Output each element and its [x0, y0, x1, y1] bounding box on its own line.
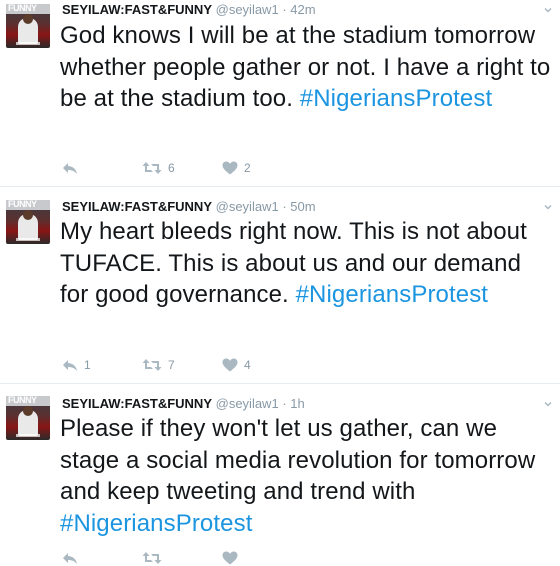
- avatar-label: FUNNY: [8, 200, 37, 209]
- reply-icon: [63, 163, 77, 174]
- reply-icon: [63, 553, 77, 564]
- retweet-button[interactable]: 6: [142, 160, 175, 176]
- retweet-icon: [142, 552, 162, 564]
- separator: ·: [282, 396, 287, 411]
- tweet[interactable]: FUNNY SEYILAW:FAST&FUNNY @seyilaw1 · 50m…: [0, 187, 560, 384]
- tweet-text: My heart bleeds right now. This is not a…: [60, 216, 554, 311]
- tweet[interactable]: FUNNY SEYILAW:FAST&FUNNY @seyilaw1 · 1h …: [0, 384, 560, 565]
- tweet-body: Please if they won't let us gather, can …: [60, 415, 536, 505]
- avatar[interactable]: FUNNY: [6, 200, 50, 244]
- timeline: FUNNY SEYILAW:FAST&FUNNY @seyilaw1 · 42m…: [0, 0, 560, 565]
- retweet-icon: [142, 359, 162, 371]
- retweet-button[interactable]: [142, 550, 168, 566]
- reply-count: 1: [84, 358, 91, 372]
- author-handle[interactable]: @seyilaw1: [216, 199, 279, 214]
- timestamp[interactable]: 50m: [290, 199, 315, 214]
- timestamp[interactable]: 1h: [290, 396, 304, 411]
- author-name[interactable]: SEYILAW:FAST&FUNNY: [62, 199, 212, 214]
- heart-icon: [222, 358, 238, 372]
- chevron-down-icon[interactable]: [544, 400, 552, 408]
- reply-icon: [63, 360, 77, 371]
- author-name[interactable]: SEYILAW:FAST&FUNNY: [62, 2, 212, 17]
- like-button[interactable]: [222, 550, 244, 566]
- retweet-icon: [142, 162, 162, 174]
- author-handle[interactable]: @seyilaw1: [216, 396, 279, 411]
- avatar-label: FUNNY: [8, 396, 37, 405]
- separator: ·: [282, 199, 287, 214]
- like-count: 4: [244, 358, 251, 372]
- retweet-count: 7: [168, 358, 175, 372]
- heart-icon: [222, 161, 238, 175]
- hashtag-link[interactable]: #NigeriansProtest: [60, 510, 252, 537]
- like-count: 2: [244, 161, 251, 175]
- author-handle[interactable]: @seyilaw1: [216, 2, 279, 17]
- tweet-text: Please if they won't let us gather, can …: [60, 413, 554, 539]
- heart-icon: [222, 551, 238, 565]
- retweet-count: 6: [168, 161, 175, 175]
- avatar-label: FUNNY: [8, 4, 37, 13]
- like-button[interactable]: 2: [222, 160, 251, 176]
- timestamp[interactable]: 42m: [290, 2, 315, 17]
- chevron-down-icon[interactable]: [544, 203, 552, 211]
- like-button[interactable]: 4: [222, 357, 251, 373]
- reply-button[interactable]: [62, 550, 84, 566]
- reply-button[interactable]: 1: [62, 357, 91, 373]
- tweet-header: SEYILAW:FAST&FUNNY @seyilaw1 · 1h: [62, 396, 305, 411]
- reply-button[interactable]: [62, 160, 84, 176]
- tweet[interactable]: FUNNY SEYILAW:FAST&FUNNY @seyilaw1 · 42m…: [0, 0, 560, 187]
- tweet-header: SEYILAW:FAST&FUNNY @seyilaw1 · 50m: [62, 199, 316, 214]
- hashtag-link[interactable]: #NigeriansProtest: [300, 85, 492, 112]
- retweet-button[interactable]: 7: [142, 357, 175, 373]
- author-name[interactable]: SEYILAW:FAST&FUNNY: [62, 396, 212, 411]
- tweet-header: SEYILAW:FAST&FUNNY @seyilaw1 · 42m: [62, 2, 316, 17]
- avatar[interactable]: FUNNY: [6, 396, 50, 440]
- avatar[interactable]: FUNNY: [6, 4, 50, 48]
- separator: ·: [282, 2, 287, 17]
- tweet-text: God knows I will be at the stadium tomor…: [60, 20, 554, 115]
- chevron-down-icon[interactable]: [544, 6, 552, 14]
- hashtag-link[interactable]: #NigeriansProtest: [296, 281, 488, 308]
